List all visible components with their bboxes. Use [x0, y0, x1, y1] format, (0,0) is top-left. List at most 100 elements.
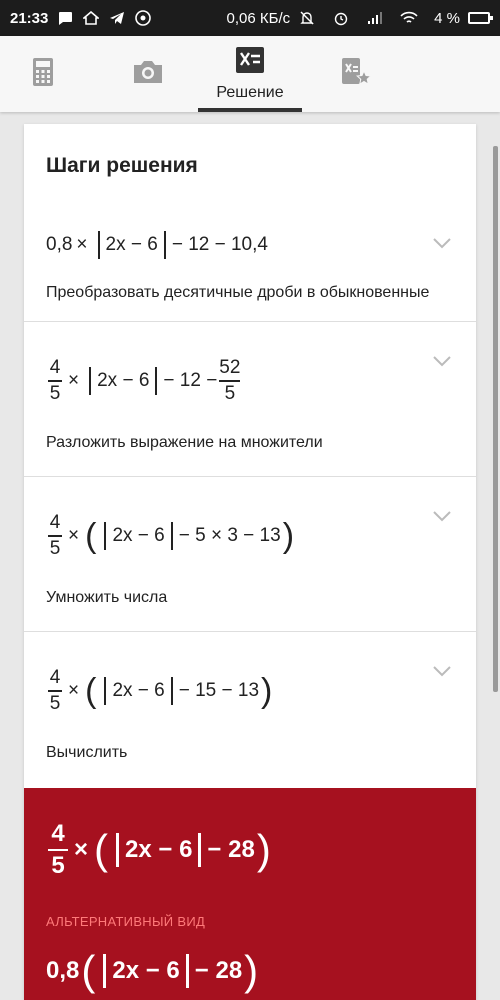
- active-tab-indicator: [198, 108, 302, 112]
- fraction-denominator: 5: [49, 537, 61, 559]
- step-expression: 4 5 × 2x − 6 − 12 − 52 5: [46, 348, 242, 414]
- step-expression: 0,8 × 2x − 6 − 12 − 10,4: [46, 228, 268, 262]
- home-icon: [82, 10, 100, 26]
- solution-steps-card: Шаги решения 0,8 × 2x − 6 − 12 − 10,4 Пр…: [24, 124, 476, 1000]
- fraction: 4 5: [48, 512, 62, 560]
- paren-right: ): [261, 672, 273, 710]
- battery-percent: 4 %: [434, 9, 460, 27]
- expr-abs-content: 2x − 6: [125, 836, 193, 863]
- paren-right: ): [244, 947, 259, 994]
- step-3[interactable]: 4 5 × ( 2x − 6 − 5 × 3 − 13 ) Умножить ч…: [24, 477, 476, 632]
- paren-right: ): [256, 826, 271, 873]
- expr-abs-content: 2x − 6: [97, 370, 150, 391]
- abs-bar-right: [163, 231, 166, 259]
- fraction-numerator: 4: [49, 667, 61, 689]
- paren-right: ): [282, 517, 295, 555]
- status-bar: 21:33 0,06 КБ/с 4 %: [0, 0, 500, 36]
- expr-term: − 28: [207, 836, 255, 863]
- paren-left: (: [81, 947, 96, 994]
- network-speed: 0,06 КБ/с: [226, 9, 291, 27]
- calculator-icon: [31, 57, 55, 92]
- fraction: 4 5: [48, 820, 68, 881]
- alternative-expression: 0,8 ( 2x − 6 − 28 ): [46, 948, 260, 994]
- chevron-down-icon[interactable]: [432, 509, 452, 523]
- step-expression: 4 5 × ( 2x − 6 − 15 − 13 ): [46, 658, 274, 724]
- step-1[interactable]: 0,8 × 2x − 6 − 12 − 10,4 Преобразовать д…: [24, 202, 476, 322]
- fraction-bar: [48, 535, 62, 537]
- chevron-down-icon[interactable]: [432, 664, 452, 678]
- abs-bar-left: [103, 954, 107, 988]
- status-time: 21:33: [10, 9, 49, 27]
- expr-operator: ×: [76, 234, 88, 255]
- abs-bar-left: [89, 367, 92, 395]
- expr-operator: ×: [68, 680, 80, 701]
- fraction-numerator: 52: [219, 357, 241, 379]
- expr-term: 0,8: [46, 957, 80, 984]
- fraction-numerator: 4: [51, 819, 65, 847]
- step-description: Вычислить: [46, 744, 128, 761]
- paren-left: (: [85, 517, 97, 555]
- fraction-denominator: 5: [51, 852, 65, 880]
- step-expression: 4 5 × ( 2x − 6 − 5 × 3 − 13 ): [46, 503, 296, 569]
- mute-icon: [298, 10, 316, 26]
- abs-bar-left: [104, 677, 107, 705]
- expr-term: 0,8: [46, 234, 73, 255]
- expr-operator: ×: [74, 836, 89, 863]
- paren-left: (: [85, 672, 97, 710]
- paren-left: (: [94, 826, 109, 873]
- expr-term: − 15 − 13: [178, 680, 260, 701]
- fraction-bar: [48, 690, 62, 692]
- tab-bar: Решение: [0, 36, 500, 112]
- step-4[interactable]: 4 5 × ( 2x − 6 − 15 − 13 ) Вычислить: [24, 632, 476, 788]
- abs-bar-left: [104, 522, 107, 550]
- fraction-numerator: 4: [49, 357, 61, 379]
- tab-saved[interactable]: [328, 36, 383, 112]
- step-description: Умножить числа: [46, 589, 168, 606]
- alternative-form-label: АЛЬТЕРНАТИВНЫЙ ВИД: [46, 914, 206, 929]
- abs-bar-left: [116, 833, 120, 867]
- fraction-bar: [219, 380, 241, 382]
- expr-operator: ×: [68, 525, 80, 546]
- expr-term: − 12 −: [163, 370, 218, 391]
- card-title: Шаги решения: [46, 154, 198, 177]
- fraction: 52 5: [219, 357, 241, 405]
- chevron-down-icon[interactable]: [432, 236, 452, 250]
- message-icon: [56, 10, 74, 26]
- expr-abs-content: 2x − 6: [112, 957, 180, 984]
- tab-solution[interactable]: Решение: [200, 36, 300, 112]
- abs-bar-right: [185, 954, 189, 988]
- saved-problems-icon: [340, 57, 372, 92]
- expr-abs-content: 2x − 6: [112, 680, 165, 701]
- tab-calculator[interactable]: [15, 36, 70, 112]
- expr-term: − 5 × 3 − 13: [178, 525, 281, 546]
- chrome-icon: [134, 10, 152, 26]
- battery-icon: [468, 12, 493, 24]
- expr-operator: ×: [68, 370, 80, 391]
- abs-bar-right: [198, 833, 202, 867]
- expr-abs-content: 2x − 6: [105, 234, 158, 255]
- final-result: 4 5 × ( 2x − 6 − 28 ) АЛЬТЕРНАТИВНЫЙ ВИД…: [24, 788, 476, 1000]
- wifi-icon: [400, 10, 418, 26]
- fraction-denominator: 5: [224, 382, 236, 404]
- fraction-numerator: 4: [49, 512, 61, 534]
- result-expression: 4 5 × ( 2x − 6 − 28 ): [46, 810, 273, 890]
- abs-bar-right: [170, 522, 173, 550]
- scrollbar[interactable]: [493, 146, 498, 692]
- step-description: Разложить выражение на множители: [46, 434, 323, 451]
- fraction-denominator: 5: [49, 692, 61, 714]
- tab-camera[interactable]: [120, 36, 175, 112]
- signal-icon: [366, 10, 384, 26]
- solution-icon: [235, 46, 265, 79]
- camera-icon: [131, 58, 165, 91]
- tab-solution-label: Решение: [216, 84, 284, 101]
- telegram-icon: [108, 10, 126, 26]
- step-2[interactable]: 4 5 × 2x − 6 − 12 − 52 5 Разложить выраж…: [24, 322, 476, 477]
- step-description: Преобразовать десятичные дроби в обыкнов…: [46, 284, 430, 301]
- abs-bar-right: [155, 367, 158, 395]
- fraction-denominator: 5: [49, 382, 61, 404]
- fraction: 4 5: [48, 667, 62, 715]
- expr-abs-content: 2x − 6: [112, 525, 165, 546]
- fraction: 4 5: [48, 357, 62, 405]
- fraction-bar: [48, 848, 68, 852]
- chevron-down-icon[interactable]: [432, 354, 452, 368]
